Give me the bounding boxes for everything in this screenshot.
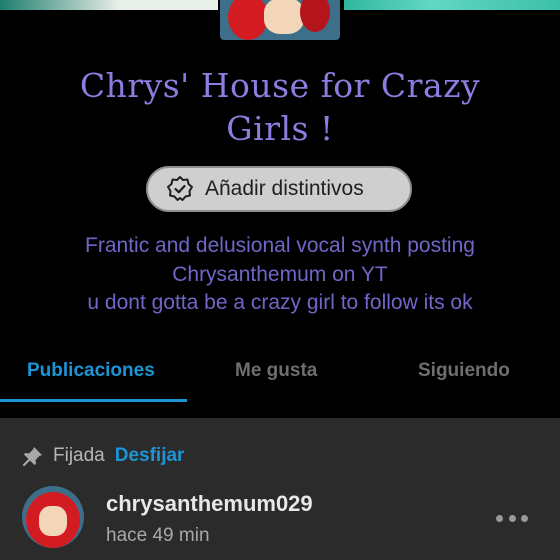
blog-avatar[interactable]	[220, 0, 340, 40]
pinned-row: Fijada Desfijar	[22, 444, 184, 468]
header-image-right	[344, 0, 560, 10]
avatar-face	[264, 0, 304, 34]
add-badges-button[interactable]: Añadir distintivos	[146, 166, 412, 212]
unpin-button[interactable]: Desfijar	[115, 445, 185, 467]
tab-posts[interactable]: Publicaciones	[27, 360, 155, 382]
description-line-3: u dont gotta be a crazy girl to follow i…	[87, 291, 473, 314]
active-tab-indicator	[0, 399, 187, 402]
avatar-hair	[228, 0, 268, 40]
post-author-username[interactable]: chrysanthemum029	[106, 491, 313, 517]
blog-title-line-1: Chrys' House for Crazy	[79, 66, 481, 105]
more-dot	[521, 514, 528, 522]
post-author-avatar[interactable]	[22, 486, 84, 548]
description-line-1: Frantic and delusional vocal synth posti…	[85, 234, 475, 257]
blog-title: Chrys' House for Crazy Girls !	[0, 64, 560, 150]
more-dot	[508, 514, 516, 522]
badge-icon	[165, 174, 195, 204]
post-card: Fijada Desfijar chrysanthemum029 hace 49…	[0, 418, 560, 560]
post-timestamp: hace 49 min	[106, 525, 210, 546]
more-dot	[496, 514, 503, 522]
tab-likes[interactable]: Me gusta	[235, 360, 317, 382]
tab-following[interactable]: Siguiendo	[418, 360, 510, 382]
header-image-left	[0, 0, 218, 10]
add-badges-label: Añadir distintivos	[205, 177, 364, 200]
post-avatar-face	[39, 506, 67, 536]
pin-icon	[22, 445, 44, 467]
blog-title-line-2: Girls !	[226, 109, 334, 148]
pinned-label: Fijada	[53, 445, 105, 466]
blog-description: Frantic and delusional vocal synth posti…	[0, 232, 560, 318]
header-banner	[0, 0, 560, 40]
more-options-icon[interactable]	[496, 510, 528, 526]
description-line-2: Chrysanthemum on YT	[172, 262, 388, 286]
blog-tabs: Publicaciones Me gusta Siguiendo	[0, 348, 560, 404]
avatar-hair-right	[300, 0, 330, 32]
